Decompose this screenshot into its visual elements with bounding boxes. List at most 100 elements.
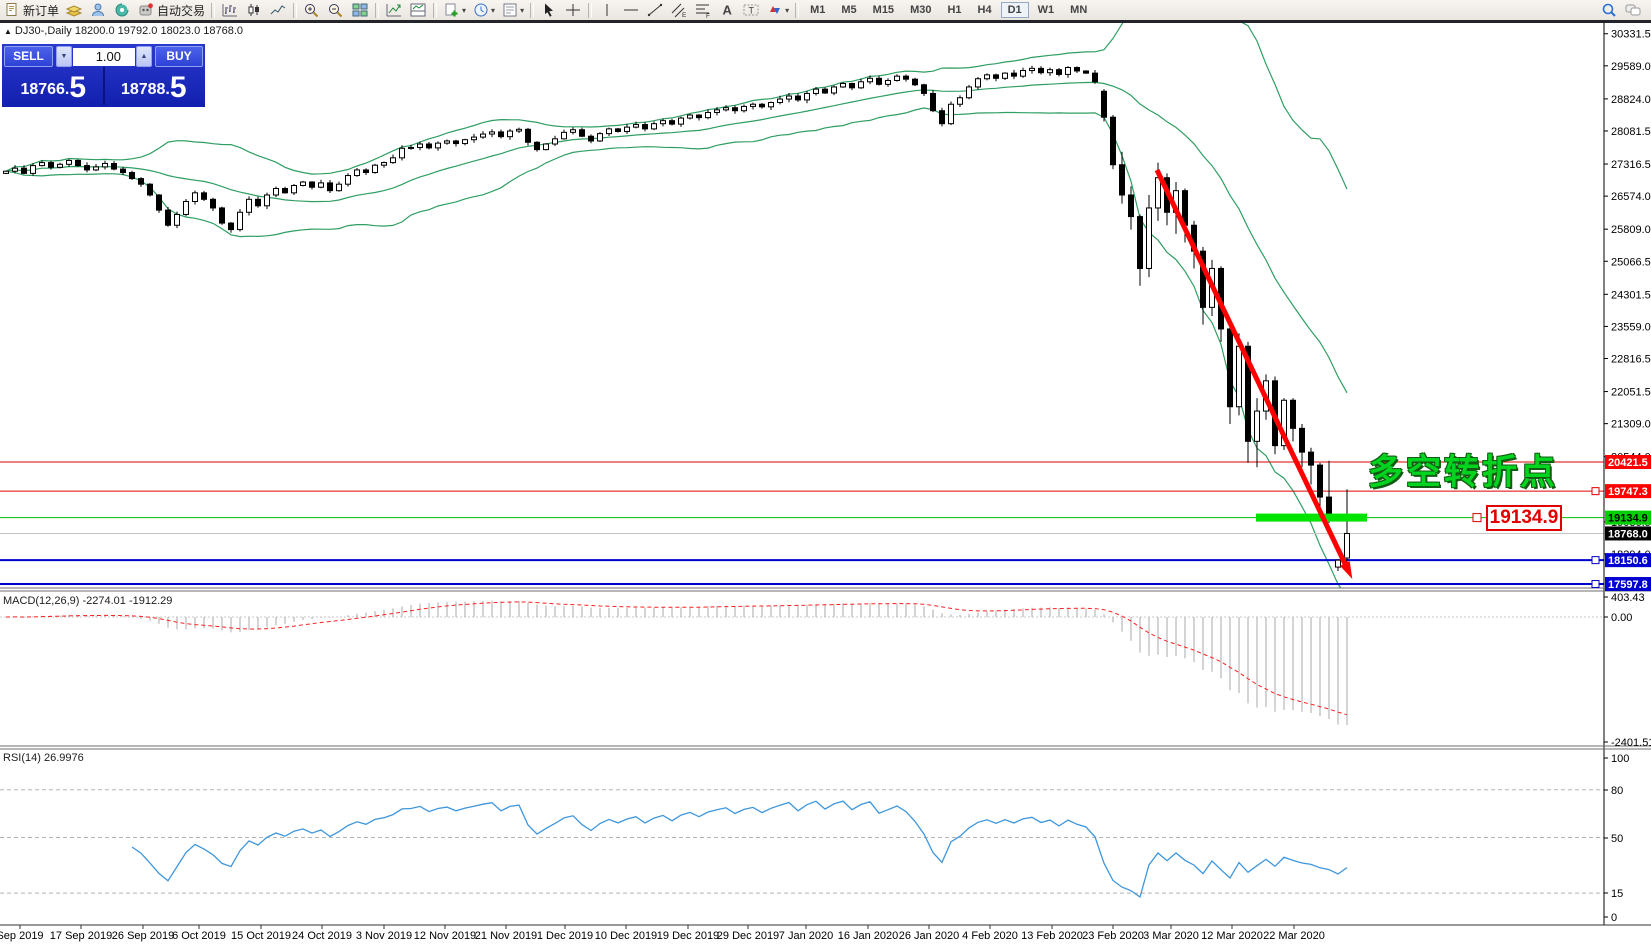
macd-tick-label: -2401.51 [1611, 737, 1651, 749]
sell-button[interactable]: SELL [4, 46, 53, 67]
level-line-handle[interactable] [1592, 488, 1599, 495]
macd-value: -2274.01 [82, 595, 125, 607]
date-tick-label: 22 Mar 2020 [1263, 930, 1325, 942]
candle-body [931, 93, 936, 110]
candle-body [193, 193, 198, 202]
candle-body [157, 195, 162, 210]
candle-body [1300, 428, 1305, 452]
date-tick-label: 7 Jan 2020 [779, 930, 833, 942]
one-click-trading-panel: SELL ▼ 1.00 ▲ BUY 18766.5 18788.5 [2, 44, 205, 107]
rsi-label: RSI(14) 26.9976 [3, 752, 84, 764]
macd-signal-line [6, 602, 1347, 715]
candle-body [436, 143, 441, 148]
rsi-tick-label: 0 [1611, 912, 1617, 924]
candle-body [832, 87, 837, 93]
candle-body [1336, 560, 1341, 567]
candle-body [742, 106, 747, 110]
candle-body [256, 199, 261, 205]
candle-body [472, 137, 477, 140]
candle-body [1066, 68, 1071, 75]
date-tick-label: 24 Oct 2019 [292, 930, 352, 942]
candle-body [508, 131, 513, 137]
candle-body [409, 147, 414, 148]
turning-point-annotation[interactable]: 多空转折点 [1368, 444, 1558, 495]
candle-body [292, 185, 297, 192]
candle-body [850, 83, 855, 87]
level-line-handle[interactable] [1592, 557, 1599, 564]
trend-arrow-line[interactable] [1157, 170, 1348, 570]
volume-decrease-button[interactable]: ▼ [56, 46, 72, 67]
date-tick-label: 12 Nov 2019 [414, 930, 476, 942]
price-tick-label: 25066.5 [1611, 256, 1651, 268]
chart-title: ▲DJ30-,Daily 18200.0 19792.0 18023.0 187… [4, 25, 243, 37]
candle-body [679, 118, 684, 124]
candle-body [553, 139, 558, 144]
macd-tick-label: 0.00 [1611, 612, 1632, 624]
candle-body [1147, 208, 1152, 269]
candle-body [310, 182, 315, 187]
candle-body [382, 163, 387, 166]
macd-pane [0, 601, 1604, 725]
candle-body [1030, 68, 1035, 70]
candle-body [769, 103, 774, 107]
sell-price-main: 18766. [20, 77, 69, 103]
candle-body [940, 111, 945, 124]
candle-body [985, 75, 990, 79]
price-tag-label: 17597.8 [1608, 579, 1648, 591]
candle-body [958, 98, 963, 104]
date-tick-label: 16 Jan 2020 [838, 930, 899, 942]
volume-increase-button[interactable]: ▲ [136, 46, 152, 67]
volume-input[interactable]: 1.00 [73, 48, 135, 66]
candle-body [481, 134, 486, 137]
macd-label: MACD(12,26,9) -2274.01 -1912.29 [3, 595, 172, 607]
candle-body [301, 182, 306, 185]
highlight-zone-bar[interactable] [1256, 514, 1367, 522]
date-tick-label: 29 Dec 2019 [717, 930, 779, 942]
price-tick-label: 26574.0 [1611, 191, 1651, 203]
date-tick-label: 1 Dec 2019 [537, 930, 593, 942]
candle-body [175, 214, 180, 225]
candle-body [814, 89, 819, 93]
sell-price[interactable]: 18766.5 [4, 67, 105, 105]
buy-price[interactable]: 18788.5 [105, 67, 204, 105]
candle-body [706, 112, 711, 117]
candle-body [1102, 91, 1107, 117]
date-tick-label: 3 Nov 2019 [356, 930, 412, 942]
level-line-handle[interactable] [1592, 581, 1599, 588]
candle-body [994, 75, 999, 78]
candle-body [616, 129, 621, 132]
candle-body [877, 78, 882, 84]
candle-body [562, 132, 567, 138]
candle-body [1075, 68, 1080, 71]
candle-body [13, 168, 18, 171]
candle-body [148, 184, 153, 195]
candle-body [166, 210, 171, 225]
candle-body [319, 183, 324, 187]
date-tick-label: 4 Feb 2020 [962, 930, 1018, 942]
candle-body [724, 108, 729, 110]
chart-title-text: DJ30-,Daily 18200.0 19792.0 18023.0 1876… [15, 25, 243, 37]
candle-body [337, 184, 342, 190]
candle-body [1327, 497, 1332, 515]
level-callout-box[interactable]: 19134.9 [1486, 505, 1562, 531]
price-tick-label: 28824.0 [1611, 94, 1651, 106]
candle-body [787, 96, 792, 99]
candle-body [598, 134, 603, 141]
macd-tick-label: 403.43 [1611, 592, 1645, 604]
buy-button[interactable]: BUY [155, 46, 203, 67]
price-tag-label: 20421.5 [1608, 457, 1648, 469]
candle-body [688, 115, 693, 118]
candle-body [643, 125, 648, 129]
rsi-tick-label: 50 [1611, 833, 1623, 845]
date-tick-label: 26 Jan 2020 [899, 930, 960, 942]
level-lines [0, 462, 1604, 584]
callout-anchor-handle[interactable] [1473, 514, 1481, 522]
price-tick-label: 27316.5 [1611, 159, 1651, 171]
candle-body [607, 129, 612, 134]
candle-body [580, 130, 585, 136]
candle-body [58, 164, 63, 167]
date-tick-label: 6 Oct 2019 [172, 930, 226, 942]
candle-body [949, 104, 954, 123]
price-tick-label: 22816.5 [1611, 353, 1651, 365]
candle-body [1093, 73, 1098, 82]
